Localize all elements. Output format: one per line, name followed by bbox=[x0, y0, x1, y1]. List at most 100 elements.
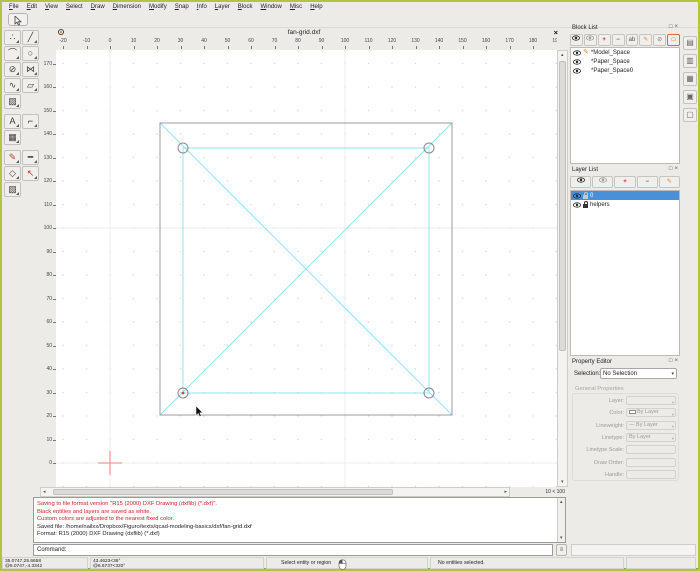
polyline-tools-button[interactable]: ∿ bbox=[4, 78, 21, 93]
menu-view[interactable]: View bbox=[41, 4, 62, 10]
edit-block-reference-button[interactable]: ⊘ bbox=[653, 34, 667, 46]
menu-misc[interactable]: Misc bbox=[286, 4, 306, 10]
show-all-layers-button[interactable] bbox=[570, 176, 592, 188]
layer-list-item[interactable]: helpers bbox=[571, 200, 679, 209]
selection-pointer-button[interactable] bbox=[8, 13, 28, 26]
line-tools-button[interactable]: ╱ bbox=[22, 30, 39, 45]
scroll-right-icon[interactable]: ▸ bbox=[504, 488, 507, 496]
block-list-item[interactable]: *Paper_Space bbox=[571, 57, 679, 66]
solid-tools-button[interactable]: ▧ bbox=[4, 182, 21, 197]
property-editor-close-button[interactable]: × bbox=[673, 358, 679, 364]
drawing-canvas[interactable] bbox=[56, 50, 557, 487]
spline-tools-button[interactable]: ⋈ bbox=[22, 62, 39, 77]
menu-file[interactable]: File bbox=[5, 4, 23, 10]
dimension-tools-button[interactable]: ⌐ bbox=[22, 114, 39, 129]
vertical-scrollbar-thumb[interactable] bbox=[559, 61, 566, 351]
menu-edit[interactable]: Edit bbox=[23, 4, 41, 10]
command-options-button[interactable]: ≡ bbox=[556, 544, 567, 556]
toggle-block-list-button[interactable]: ▤ bbox=[683, 36, 697, 50]
image-tool-button[interactable]: ▦ bbox=[4, 130, 21, 145]
menu-modify[interactable]: Modify bbox=[145, 4, 171, 10]
eye-icon bbox=[573, 192, 581, 199]
edit-layer-button[interactable]: ✎ bbox=[658, 176, 681, 188]
property-input[interactable] bbox=[626, 469, 676, 479]
remove-layer-button[interactable]: − bbox=[636, 176, 658, 188]
command-history[interactable]: Command: save Saving to file format versi… bbox=[33, 497, 566, 543]
property-dropdown[interactable]: By Layer ▾ bbox=[626, 432, 676, 442]
block-list-item[interactable]: *Paper_Space0 bbox=[571, 66, 679, 75]
toggle-command-line-button[interactable]: ▣ bbox=[683, 90, 697, 104]
block-edit-tools-button[interactable]: ◇ bbox=[4, 166, 21, 181]
show-all-blocks-button[interactable] bbox=[570, 34, 583, 46]
v-ruler-label: 10 bbox=[46, 436, 52, 443]
menu-snap[interactable]: Snap bbox=[171, 4, 193, 10]
v-ruler-label: 40 bbox=[46, 366, 52, 372]
edit-block-button[interactable]: ✎ bbox=[639, 34, 653, 46]
menu-draw[interactable]: Draw bbox=[87, 4, 109, 10]
h-ruler-label: 40 bbox=[201, 38, 207, 44]
menu-window[interactable]: Window bbox=[256, 4, 285, 10]
document-close-button[interactable]: × bbox=[554, 28, 558, 37]
scroll-up-icon[interactable]: ▴ bbox=[561, 51, 564, 59]
chevron-down-icon: ▾ bbox=[671, 411, 674, 417]
shape-tools-button[interactable]: ▱ bbox=[22, 78, 39, 93]
scroll-up-icon[interactable]: ▴ bbox=[560, 498, 563, 506]
vertical-scrollbar[interactable]: ▴ ▾ bbox=[557, 50, 568, 487]
toggle-layer-list-button[interactable]: ▥ bbox=[683, 54, 697, 68]
text-tool-button[interactable]: A bbox=[4, 114, 21, 129]
lock-icon[interactable] bbox=[583, 201, 589, 208]
property-row: Linetype: By Layer ▾ bbox=[570, 432, 680, 443]
menu-block[interactable]: Block bbox=[234, 4, 257, 10]
measure-tools-button[interactable]: ━ bbox=[22, 150, 39, 165]
menu-dimension[interactable]: Dimension bbox=[109, 4, 145, 10]
close-block-edit-button[interactable]: □ bbox=[667, 34, 680, 46]
hide-all-blocks-button[interactable] bbox=[583, 34, 597, 46]
block-name: *Paper_Space bbox=[591, 58, 630, 65]
add-block-button[interactable]: + bbox=[597, 34, 611, 46]
scroll-down-icon[interactable]: ▾ bbox=[560, 534, 563, 542]
status-hint: Select entity or region bbox=[266, 557, 428, 570]
add-layer-button[interactable]: + bbox=[614, 176, 636, 188]
h-ruler-label: 150 bbox=[458, 38, 467, 44]
horizontal-scrollbar[interactable]: ◂ ▸ bbox=[40, 487, 510, 497]
arc-tools-button[interactable]: ⌒ bbox=[4, 46, 21, 61]
toggle-property-editor-button[interactable]: ▢ bbox=[683, 108, 697, 122]
hatch-tool-button[interactable]: ▨ bbox=[4, 94, 21, 109]
h-ruler-label: 130 bbox=[411, 38, 420, 44]
scroll-left-icon[interactable]: ◂ bbox=[43, 488, 46, 496]
menu-layer[interactable]: Layer bbox=[211, 4, 234, 10]
property-dropdown[interactable]: By Layer ▾ bbox=[626, 408, 676, 418]
layer-list-close-button[interactable]: × bbox=[673, 166, 679, 172]
layer-list-item[interactable]: 0 bbox=[571, 191, 679, 200]
property-input[interactable] bbox=[626, 457, 676, 467]
menu-select[interactable]: Select bbox=[62, 4, 87, 10]
selection-tools-button[interactable]: ↖ bbox=[22, 166, 39, 181]
property-dropdown[interactable]: ▾ bbox=[626, 396, 676, 405]
eye-icon bbox=[598, 177, 607, 183]
v-ruler-label: 120 bbox=[43, 178, 52, 184]
drawing-entities bbox=[56, 50, 557, 487]
menu-help[interactable]: Help bbox=[306, 4, 326, 10]
rename-block-button[interactable]: ab bbox=[625, 34, 639, 46]
ellipse-tools-button[interactable]: ⊘ bbox=[4, 62, 21, 77]
scroll-down-icon[interactable]: ▾ bbox=[561, 478, 564, 486]
remove-block-button[interactable]: − bbox=[611, 34, 625, 46]
toggle-library-browser-button[interactable]: ▦ bbox=[683, 72, 697, 86]
hide-all-layers-button[interactable] bbox=[592, 176, 614, 188]
lock-icon[interactable] bbox=[583, 192, 589, 199]
v-ruler-label: 50 bbox=[46, 342, 52, 349]
command-history-scrollbar[interactable]: ▴ ▾ bbox=[557, 498, 565, 542]
command-input[interactable]: Command: bbox=[33, 544, 553, 556]
circle-tools-button[interactable]: ○ bbox=[22, 46, 39, 61]
point-tools-button[interactable]: ∴ bbox=[4, 30, 21, 45]
property-input[interactable] bbox=[626, 445, 676, 455]
selection-dropdown[interactable]: No Selection ▾ bbox=[600, 368, 677, 379]
h-ruler-label: -20 bbox=[59, 38, 67, 44]
block-list-close-button[interactable]: × bbox=[673, 24, 679, 30]
block-list-item[interactable]: ✎ *Model_Space bbox=[571, 48, 679, 57]
modify-tools-button[interactable]: ✎ bbox=[4, 150, 21, 165]
v-ruler-label: 20 bbox=[46, 413, 52, 419]
horizontal-scrollbar-thumb[interactable] bbox=[53, 489, 393, 495]
property-dropdown[interactable]: — By Layer ▾ bbox=[626, 420, 676, 430]
menu-info[interactable]: Info bbox=[193, 4, 211, 10]
